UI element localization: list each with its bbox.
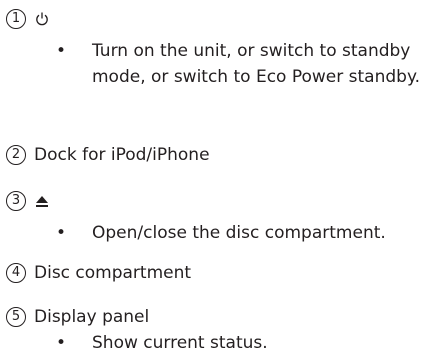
- bullet-dot: •: [56, 333, 67, 353]
- bullet: • Turn on the unit, or switch to standby…: [6, 38, 438, 90]
- item-number: 5: [6, 307, 26, 327]
- eject-icon: [36, 196, 48, 207]
- bullet-text: Show current status.: [92, 333, 268, 353]
- bullet: • Open/close the disc compartment.: [6, 220, 438, 246]
- item-number: 2: [6, 145, 26, 165]
- item-number: 4: [6, 263, 26, 283]
- item-1: 1 • Turn on the unit, or switch to stand…: [6, 8, 438, 90]
- bullet-text: Open/close the disc compartment.: [92, 223, 386, 243]
- bullet-text: Turn on the unit, or switch to standby m…: [92, 41, 420, 87]
- item-5: 5 Display panel • Show current status.: [6, 306, 438, 356]
- item-number: 1: [6, 9, 26, 29]
- power-icon: [36, 12, 48, 26]
- bullet-dot: •: [56, 41, 67, 61]
- item-number: 3: [6, 191, 26, 211]
- item-title: Disc compartment: [34, 263, 192, 283]
- bullet: • Show current status.: [6, 330, 438, 356]
- item-3: 3 • Open/close the disc compartment.: [6, 190, 438, 246]
- item-title: Display panel: [34, 307, 150, 327]
- bullet-dot: •: [56, 223, 67, 243]
- item-title: Dock for iPod/iPhone: [34, 145, 210, 165]
